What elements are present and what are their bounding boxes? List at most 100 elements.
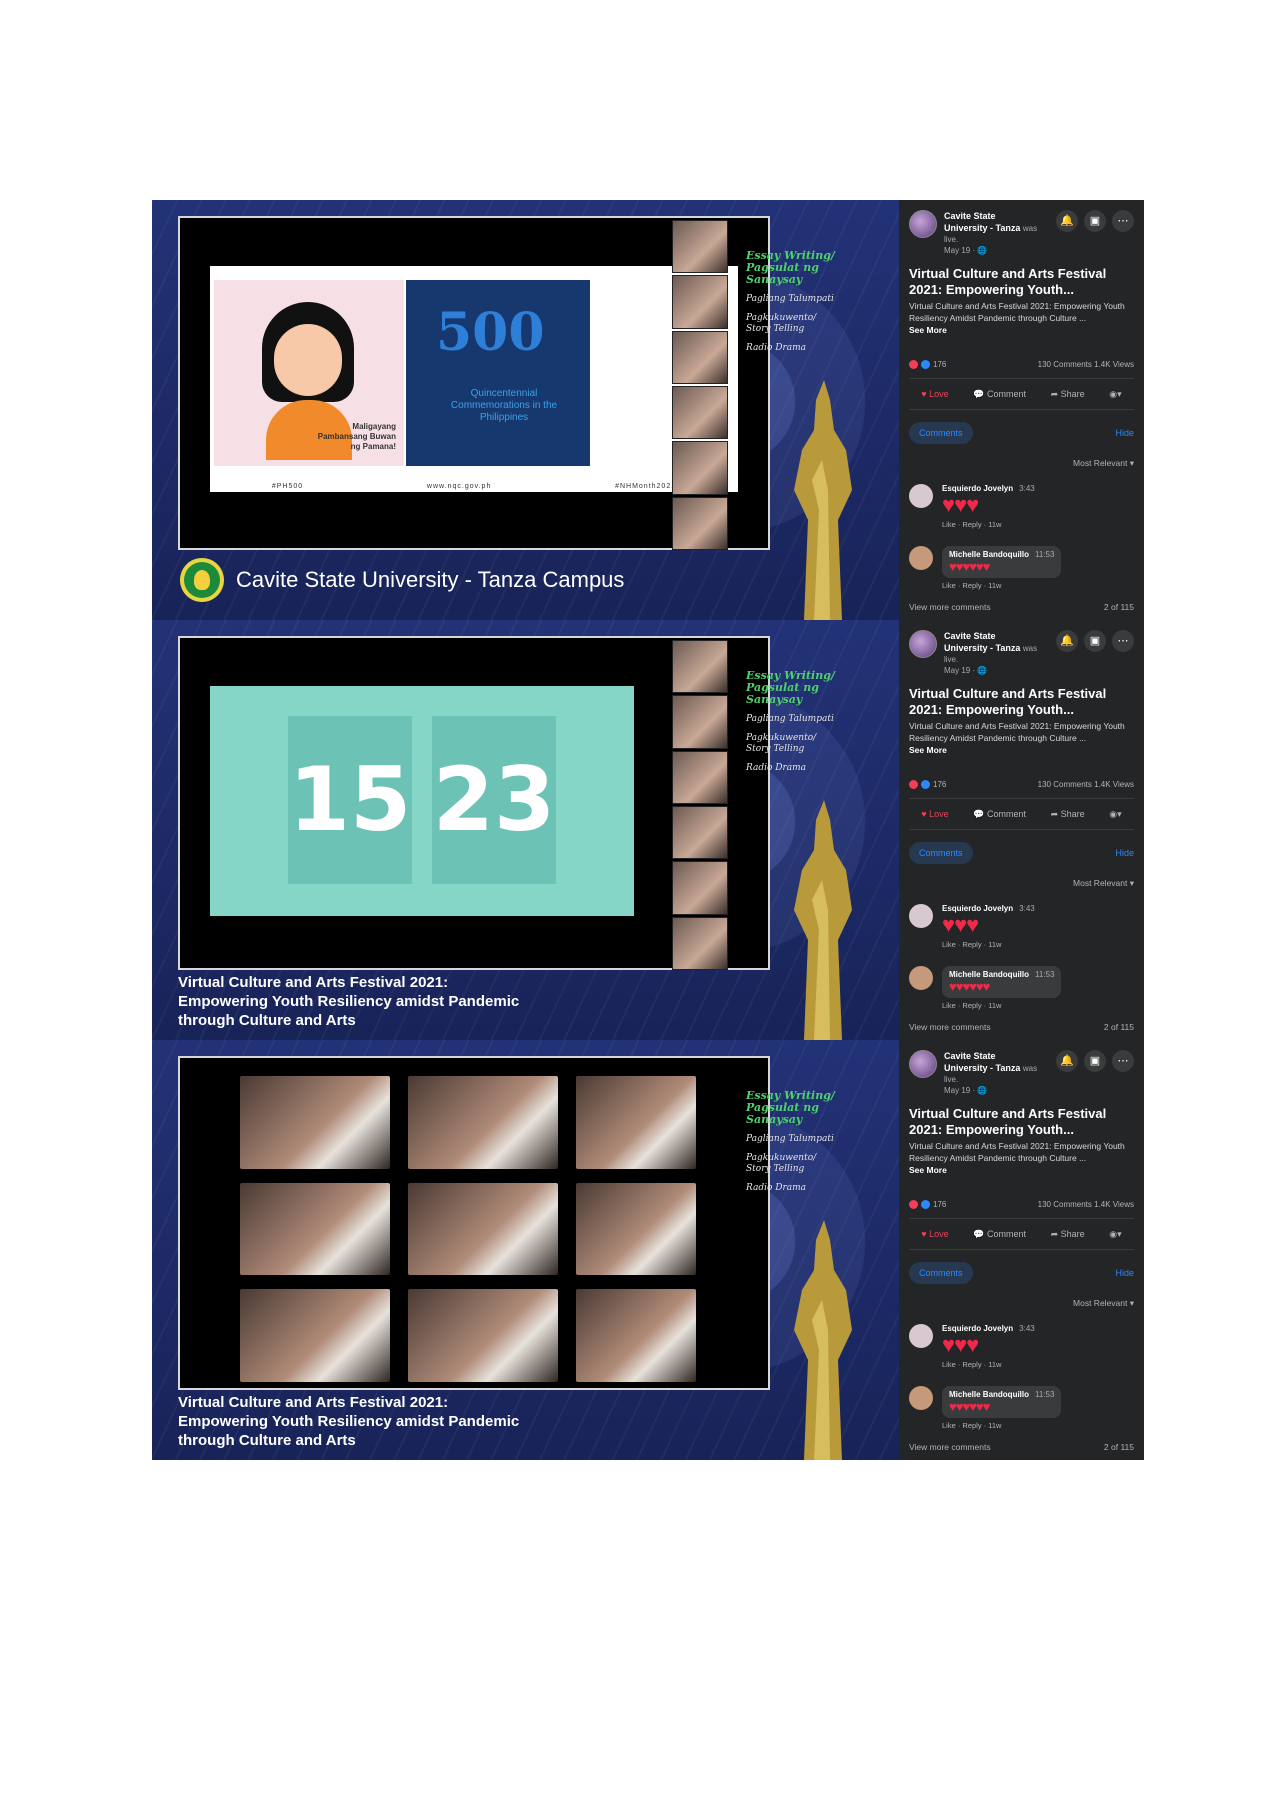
hide-link[interactable]: Hide (1115, 848, 1134, 858)
comment-actions[interactable]: Like · Reply · 11w (942, 940, 1035, 949)
bell-icon[interactable]: 🔔 (1056, 630, 1078, 652)
banner-line-1: Virtual Culture and Arts Festival 2021: (178, 1394, 449, 1411)
share-button[interactable]: ➦ Share (1051, 1229, 1085, 1240)
message-icon[interactable]: ▣ (1084, 630, 1106, 652)
commenter-avatar[interactable] (909, 484, 933, 508)
sort-dropdown[interactable]: Most Relevant ▾ (1073, 878, 1134, 889)
heart-emoji: ♥♥♥ (942, 1332, 979, 1357)
heart-emoji: ♥♥♥♥♥♥ (949, 1399, 990, 1414)
commenter-name[interactable]: Michelle Bandoquillo (949, 550, 1029, 559)
comment-actions[interactable]: Like · Reply · 11w (942, 1360, 1035, 1369)
comment-actions[interactable]: Like · Reply · 11w (942, 520, 1035, 529)
post-date[interactable]: May 19 · 🌐 (944, 245, 1037, 256)
heart-emoji: ♥♥♥♥♥♥ (949, 979, 990, 994)
overlay-item-2b: Story Telling (746, 1164, 805, 1174)
more-icon[interactable]: ⋯ (1112, 210, 1134, 232)
view-more-comments[interactable]: View more comments (909, 1442, 991, 1452)
page-name[interactable]: Cavite State (944, 631, 996, 641)
comments-tab[interactable]: Comments (909, 1262, 973, 1284)
campus-name: Cavite State University - Tanza Campus (236, 567, 625, 592)
like-icon (921, 780, 930, 789)
reaction-count[interactable]: 176 (933, 360, 946, 369)
message-icon[interactable]: ▣ (1084, 210, 1106, 232)
love-button[interactable]: ♥ Love (921, 389, 948, 399)
comment-1: Esquierdo Jovelyn 3:43 ♥♥♥ Like · Reply ·… (909, 904, 1134, 949)
audience-icon[interactable]: ◉▾ (1109, 809, 1121, 820)
comment-2: Michelle Bandoquillo 11:53 ♥♥♥♥♥♥ Like · … (909, 1386, 1134, 1430)
desc-text: Virtual Culture and Arts Festival 2021: … (909, 1141, 1125, 1163)
comment-button[interactable]: 💬 Comment (973, 389, 1026, 400)
commenter-avatar[interactable] (909, 1324, 933, 1348)
university-seal-icon (180, 558, 224, 602)
page-name-2[interactable]: University - Tanza (944, 223, 1020, 233)
reaction-count[interactable]: 176 (933, 1200, 946, 1209)
page-name[interactable]: Cavite State (944, 1051, 996, 1061)
hide-link[interactable]: Hide (1115, 428, 1134, 438)
sort-dropdown[interactable]: Most Relevant ▾ (1073, 1298, 1134, 1309)
comment-actions[interactable]: Like · Reply · 11w (942, 1421, 1061, 1430)
event-banner: Virtual Culture and Arts Festival 2021: … (178, 1393, 519, 1450)
see-more-link[interactable]: See More (909, 325, 947, 335)
comments-views[interactable]: 130 Comments 1.4K Views (1038, 780, 1134, 789)
page-name-2[interactable]: University - Tanza (944, 1063, 1020, 1073)
participant-tile (672, 220, 728, 274)
stream-panel-2: 15 23 Essay Writing/ Pagsulat ng Sanaysa… (152, 620, 1144, 1040)
comments-views[interactable]: 130 Comments 1.4K Views (1038, 1200, 1134, 1209)
commemoration-text: Quincentennial Commemorations in the Phi… (450, 388, 558, 423)
hide-link[interactable]: Hide (1115, 1268, 1134, 1278)
slide-footer: #PH500 www.nqc.gov.ph #NHMonth2021 (210, 483, 738, 490)
participant-tile (408, 1182, 558, 1276)
love-button[interactable]: ♥ Love (921, 809, 948, 819)
page-name[interactable]: Cavite State (944, 211, 996, 221)
view-more-comments[interactable]: View more comments (909, 1022, 991, 1032)
participant-tile (672, 275, 728, 329)
page-name-2[interactable]: University - Tanza (944, 643, 1020, 653)
view-more-comments[interactable]: View more comments (909, 602, 991, 612)
commenter-avatar[interactable] (909, 546, 933, 570)
commenter-avatar[interactable] (909, 1386, 933, 1410)
overlay-item-2: Pagkukuwento/ (746, 1153, 817, 1163)
audience-icon[interactable]: ◉▾ (1109, 389, 1121, 400)
commenter-name[interactable]: Michelle Bandoquillo (949, 1390, 1029, 1399)
comment-button[interactable]: 💬 Comment (973, 1229, 1026, 1240)
share-button[interactable]: ➦ Share (1051, 809, 1085, 820)
see-more-link[interactable]: See More (909, 1165, 947, 1175)
stream-video: 15 23 Essay Writing/ Pagsulat ng Sanaysa… (152, 620, 899, 1040)
participant-tile (672, 640, 728, 694)
comments-views[interactable]: 130 Comments 1.4K Views (1038, 360, 1134, 369)
commenter-avatar[interactable] (909, 904, 933, 928)
page-avatar[interactable] (909, 210, 937, 238)
girl-face (274, 324, 342, 396)
live-text: live. (944, 1075, 959, 1084)
action-bar: ♥ Love 💬 Comment ➦ Share ◉▾ (909, 798, 1134, 830)
see-more-link[interactable]: See More (909, 745, 947, 755)
comment-actions[interactable]: Like · Reply · 11w (942, 581, 1061, 590)
overlay-item-3: Radio Drama (746, 763, 807, 773)
post-date[interactable]: May 19 · 🌐 (944, 665, 1037, 676)
reaction-count[interactable]: 176 (933, 780, 946, 789)
page-avatar[interactable] (909, 1050, 937, 1078)
post-description: Virtual Culture and Arts Festival 2021: … (909, 1140, 1134, 1176)
comment-actions[interactable]: Like · Reply · 11w (942, 1001, 1061, 1010)
page-avatar[interactable] (909, 630, 937, 658)
comment-button[interactable]: 💬 Comment (973, 809, 1026, 820)
message-icon[interactable]: ▣ (1084, 1050, 1106, 1072)
was-text: was (1022, 644, 1038, 653)
share-button[interactable]: ➦ Share (1051, 389, 1085, 400)
post-title: Virtual Culture and Arts Festival 2021: … (909, 266, 1107, 297)
comments-tab[interactable]: Comments (909, 422, 973, 444)
comments-tab[interactable]: Comments (909, 842, 973, 864)
bell-icon[interactable]: 🔔 (1056, 210, 1078, 232)
like-icon (921, 1200, 930, 1209)
more-icon[interactable]: ⋯ (1112, 1050, 1134, 1072)
more-icon[interactable]: ⋯ (1112, 630, 1134, 652)
love-button[interactable]: ♥ Love (921, 1229, 948, 1239)
audience-icon[interactable]: ◉▾ (1109, 1229, 1121, 1240)
sort-dropdown[interactable]: Most Relevant ▾ (1073, 458, 1134, 469)
post-date[interactable]: May 19 · 🌐 (944, 1085, 1037, 1096)
banner-line-2: Empowering Youth Resiliency amidst Pande… (178, 993, 520, 1010)
commenter-avatar[interactable] (909, 966, 933, 990)
shared-screen (178, 1056, 770, 1390)
commenter-name[interactable]: Michelle Bandoquillo (949, 970, 1029, 979)
bell-icon[interactable]: 🔔 (1056, 1050, 1078, 1072)
